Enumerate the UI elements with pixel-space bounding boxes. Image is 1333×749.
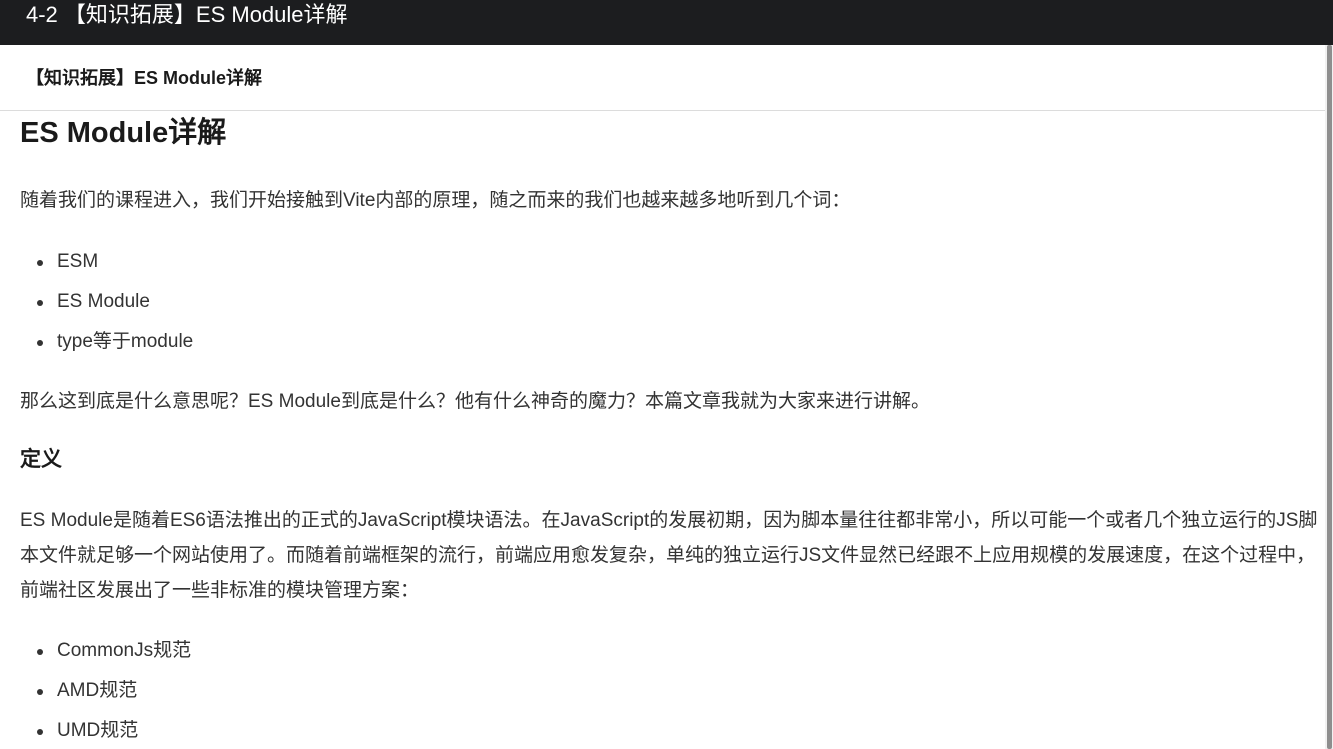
article-header-title: 【知识拓展】ES Module详解 [26, 68, 263, 88]
question-paragraph: 那么这到底是什么意思呢？ES Module到底是什么？他有什么神奇的魔力？本篇文… [20, 391, 930, 412]
specs-list: CommonJs规范 AMD规范 UMD规范 [20, 631, 191, 749]
list-item: UMD规范 [20, 711, 191, 749]
window-title: 4-2 【知识拓展】ES Module详解 [26, 2, 348, 27]
scrollbar-thumb[interactable] [1327, 45, 1332, 749]
bullet-icon [37, 729, 43, 735]
vertical-scrollbar[interactable] [1325, 45, 1333, 749]
list-item: CommonJs规范 [20, 631, 191, 671]
list-item: ESM [20, 242, 193, 282]
list-item: ES Module [20, 282, 193, 322]
bullet-icon [37, 649, 43, 655]
article-heading: ES Module详解 [20, 117, 227, 149]
list-item: AMD规范 [20, 671, 191, 711]
definition-heading: 定义 [20, 448, 62, 471]
article-content: ES Module详解 随着我们的课程进入，我们开始接触到Vite内部的原理，随… [20, 111, 1322, 749]
bullet-icon [37, 340, 43, 346]
bullet-icon [37, 300, 43, 306]
window-titlebar: 4-2 【知识拓展】ES Module详解 [0, 0, 1333, 45]
list-item: type等于module [20, 322, 193, 362]
terms-list: ESM ES Module type等于module [20, 242, 193, 362]
intro-paragraph: 随着我们的课程进入，我们开始接触到Vite内部的原理，随之而来的我们也越来越多地… [20, 190, 851, 211]
definition-paragraph: ES Module是随着ES6语法推出的正式的JavaScript模块语法。在J… [20, 510, 1318, 601]
article-header: 【知识拓展】ES Module详解 [0, 45, 1325, 111]
bullet-icon [37, 689, 43, 695]
bullet-icon [37, 260, 43, 266]
